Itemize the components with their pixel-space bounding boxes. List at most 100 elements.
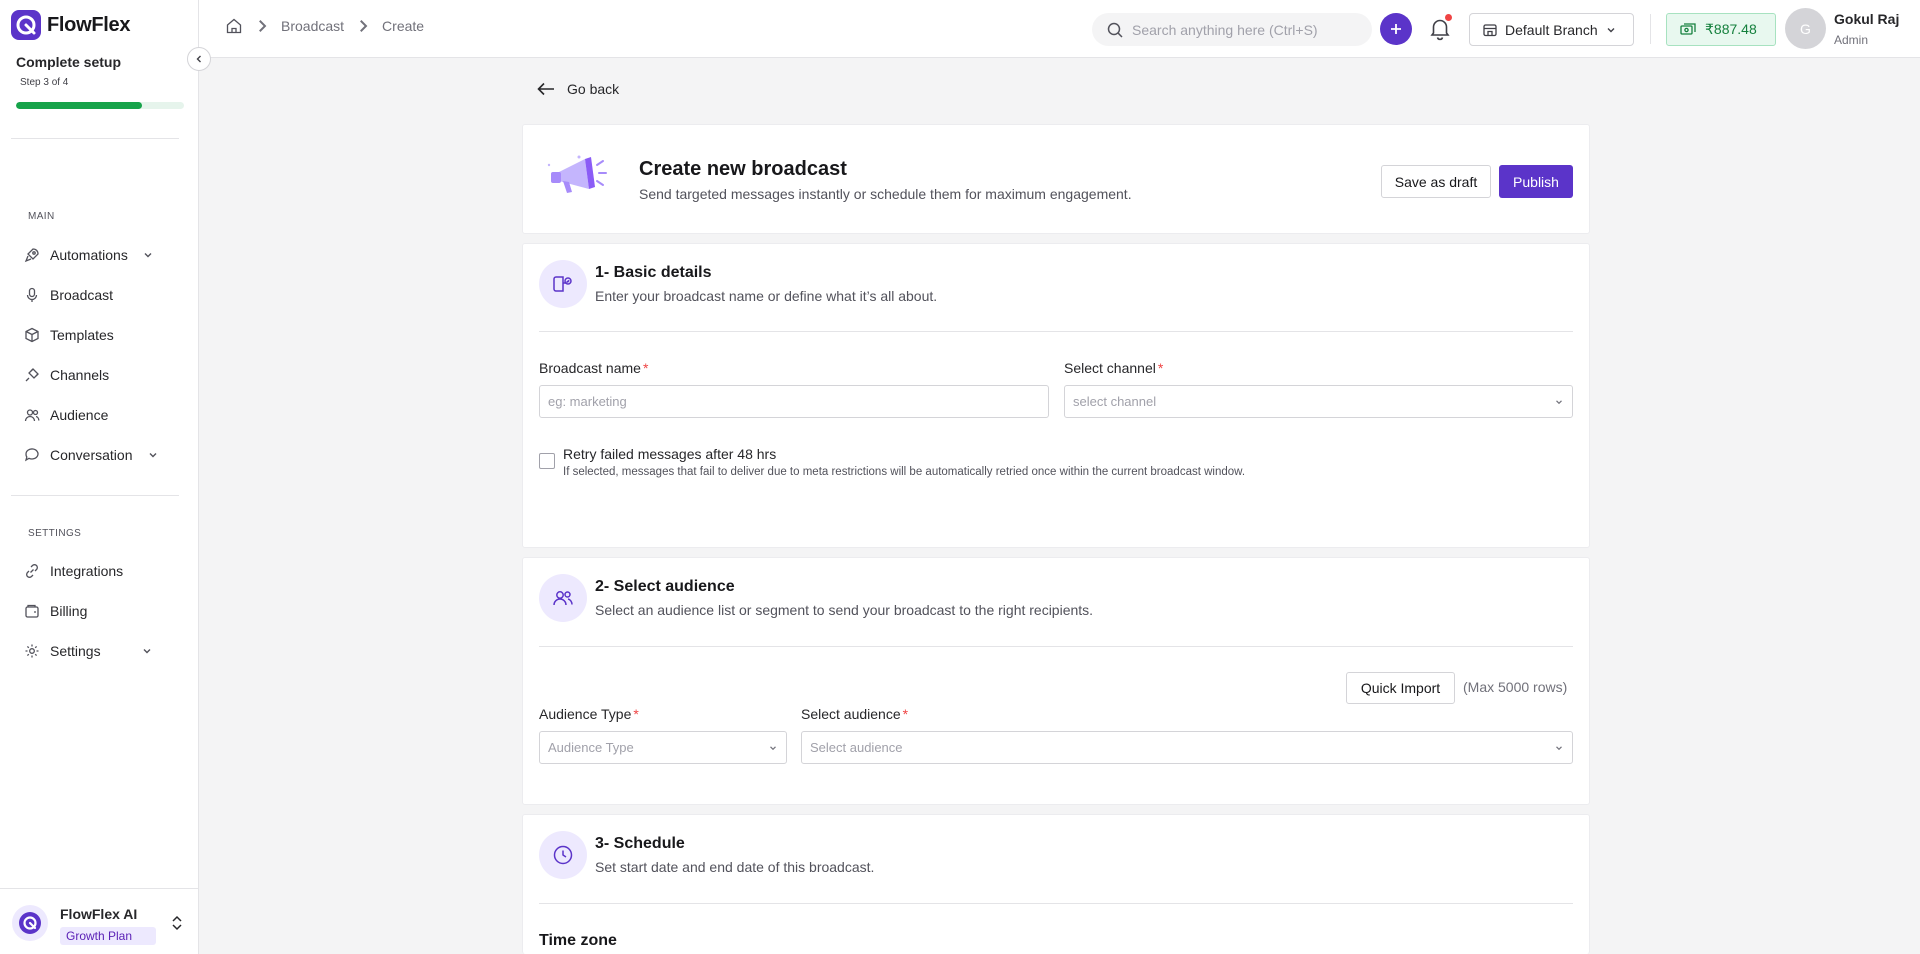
sidebar-item-integrations[interactable]: Integrations: [24, 556, 164, 586]
publish-button[interactable]: Publish: [1499, 165, 1573, 198]
wallet-amount: ₹887.48: [1705, 21, 1757, 37]
chevron-up-down-icon[interactable]: [170, 914, 184, 932]
sidebar-item-label: Settings: [50, 643, 101, 659]
store-icon: [1483, 23, 1497, 36]
section-subtitle: Set start date and end date of this broa…: [595, 859, 875, 875]
max-rows-note: (Max 5000 rows): [1463, 679, 1568, 695]
go-back-link[interactable]: Go back: [537, 81, 619, 97]
page-subtitle: Send targeted messages instantly or sche…: [639, 186, 1132, 202]
save-draft-button[interactable]: Save as draft: [1381, 165, 1491, 198]
sidebar-item-conversation[interactable]: Conversation: [24, 440, 164, 470]
section-icon: [539, 831, 587, 879]
brand[interactable]: FlowFlex: [11, 10, 130, 40]
section-label-main: MAIN: [28, 211, 55, 222]
chevron-down-icon: [1556, 399, 1562, 404]
plug-icon: [25, 368, 39, 382]
home-icon[interactable]: [225, 17, 243, 35]
chevron-down-icon[interactable]: [147, 449, 159, 461]
sidebar-item-broadcast[interactable]: Broadcast: [24, 280, 164, 310]
section-subtitle: Select an audience list or segment to se…: [595, 602, 1094, 618]
setup-progress-bar: [16, 102, 184, 109]
sidebar-item-label: Templates: [50, 327, 114, 343]
select-channel-label: Select channel *: [1064, 360, 1163, 376]
money-icon: [1680, 22, 1696, 35]
required-mark: *: [902, 706, 909, 722]
chevron-down-icon[interactable]: [142, 249, 154, 261]
field-label-text: Broadcast name: [539, 360, 641, 376]
timezone-label: Time zone: [539, 932, 617, 949]
sidebar-collapse-button[interactable]: [187, 47, 211, 71]
basic-details-section: 1- Basic details Enter your broadcast na…: [522, 243, 1590, 548]
section-title: 2- Select audience: [595, 578, 735, 595]
field-label-text: Select audience: [801, 706, 901, 722]
search-icon: [1107, 22, 1123, 38]
section-icon: [539, 574, 587, 622]
channel-select[interactable]: select channel: [1064, 385, 1573, 418]
broadcast-name-field[interactable]: [539, 385, 1049, 418]
breadcrumb-item-broadcast[interactable]: Broadcast: [281, 18, 344, 34]
page-title: Create new broadcast: [639, 158, 847, 180]
section-divider: [539, 646, 1573, 647]
retry-failed-checkbox[interactable]: [539, 453, 555, 469]
sidebar-divider: [11, 138, 179, 139]
sidebar-item-label: Integrations: [50, 563, 124, 579]
chevron-down-icon: [1607, 27, 1615, 32]
setup-title: Complete setup: [16, 54, 122, 70]
plan-badge: Growth Plan: [60, 927, 156, 945]
breadcrumb-item-create: Create: [382, 18, 425, 34]
go-back-label: Go back: [567, 81, 620, 97]
select-audience-section: 2- Select audience Select an audience li…: [522, 557, 1590, 805]
user-name[interactable]: Gokul Raj: [1834, 11, 1899, 27]
workspace-name: FlowFlex AI: [60, 906, 138, 922]
section-icon: [539, 260, 587, 308]
basic-details-icon: [553, 276, 572, 292]
quick-create-button[interactable]: [1380, 13, 1412, 45]
field-label-text: Select channel: [1064, 360, 1156, 376]
quick-import-button[interactable]: Quick Import: [1346, 672, 1455, 704]
setup-progress-fill: [16, 102, 142, 109]
setup-progress[interactable]: Complete setup Step 3 of 4: [16, 54, 184, 109]
flowflex-logo-icon: [11, 10, 41, 40]
sidebar-item-billing[interactable]: Billing: [24, 596, 164, 626]
audience-select[interactable]: Select audience: [801, 731, 1573, 764]
section-title: 1- Basic details: [595, 264, 712, 281]
sidebar-item-audience[interactable]: Audience: [24, 400, 164, 430]
section-subtitle: Enter your broadcast name or define what…: [595, 288, 938, 304]
header-divider: [1650, 14, 1651, 44]
audience-type-placeholder: Audience Type: [548, 740, 634, 755]
chevron-left-icon: [196, 55, 201, 63]
microphone-icon: [26, 287, 38, 302]
broadcast-name-input[interactable]: [548, 394, 1040, 409]
audience-type-select[interactable]: Audience Type: [539, 731, 787, 764]
branch-selector[interactable]: Default Branch: [1469, 13, 1634, 46]
breadcrumb: Broadcast Create: [225, 17, 424, 35]
megaphone-icon: [547, 155, 607, 193]
retry-failed-label[interactable]: Retry failed messages after 48 hrs: [563, 446, 776, 462]
section-title: 3- Schedule: [595, 835, 685, 852]
chat-icon: [24, 448, 39, 462]
arrow-left-icon: [537, 82, 554, 96]
chevron-down-icon[interactable]: [141, 645, 153, 657]
sidebar-item-channels[interactable]: Channels: [24, 360, 164, 390]
sidebar-item-label: Channels: [50, 367, 110, 383]
workspace-switcher[interactable]: FlowFlex AI Growth Plan: [0, 888, 199, 954]
sidebar-item-label: Broadcast: [50, 287, 114, 303]
broadcast-header-card: Create new broadcast Send targeted messa…: [522, 124, 1590, 234]
section-divider: [539, 331, 1573, 332]
sidebar-item-templates[interactable]: Templates: [24, 320, 164, 350]
wallet-icon: [25, 604, 39, 618]
wallet-balance[interactable]: ₹887.48: [1666, 13, 1776, 46]
user-role: Admin: [1834, 33, 1869, 47]
top-header: Broadcast Create Default Branch ₹887.48 …: [199, 0, 1920, 58]
sidebar-item-automations[interactable]: Automations: [24, 240, 164, 270]
sidebar-item-settings[interactable]: Settings: [24, 636, 164, 666]
section-divider: [539, 903, 1573, 904]
gear-icon: [25, 644, 39, 658]
global-search[interactable]: [1092, 13, 1372, 46]
field-label-text: Audience Type: [539, 706, 632, 722]
avatar[interactable]: G: [1785, 8, 1826, 49]
plus-icon: [1391, 24, 1401, 34]
broadcast-name-label: Broadcast name *: [539, 360, 648, 376]
search-input[interactable]: [1132, 21, 1352, 38]
box-icon: [25, 327, 39, 343]
